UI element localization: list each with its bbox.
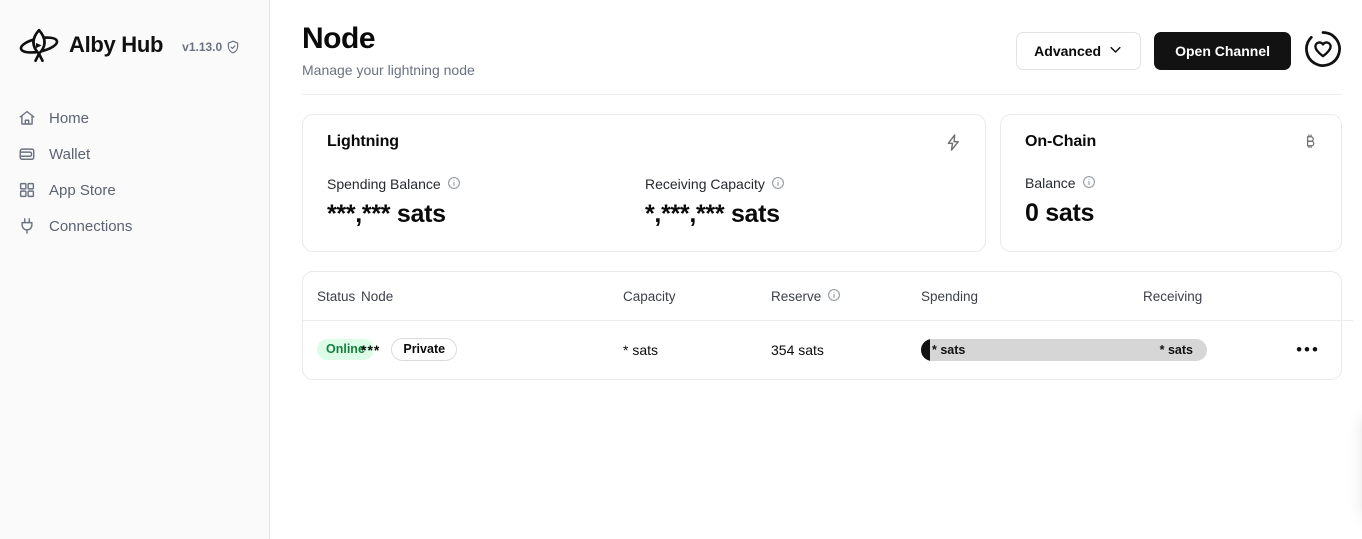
open-channel-button[interactable]: Open Channel	[1154, 32, 1291, 70]
plug-icon	[18, 217, 36, 235]
metric-value: *,***,*** sats	[645, 199, 780, 228]
sidebar-nav: Home Wallet App Store Connections	[0, 100, 269, 244]
sidebar-item-connections[interactable]: Connections	[10, 208, 259, 244]
chevron-down-icon	[1108, 42, 1123, 60]
column-header-inner: Reserve	[771, 288, 921, 305]
home-icon	[18, 109, 36, 127]
metric-label: Spending Balance	[327, 176, 441, 193]
advanced-dropdown-button[interactable]: Advanced	[1016, 32, 1142, 70]
cell-spending-receiving: * sats * sats	[921, 320, 1293, 379]
table-row[interactable]: Online *** Private * sats 354 sats * sat…	[303, 320, 1353, 379]
channels-table-head: Status Node Capacity Reserve Spending Re…	[303, 271, 1353, 321]
lightning-card-body: Spending Balance ***,*** sats Receiving …	[327, 152, 963, 229]
cell-reserve: 354 sats	[771, 341, 824, 358]
receiving-amount: * sats	[1159, 342, 1193, 357]
info-icon[interactable]	[771, 176, 785, 193]
table-header-row: Status Node Capacity Reserve Spending Re…	[303, 271, 1353, 321]
column-header-reserve: Reserve	[771, 271, 921, 321]
open-channel-label: Open Channel	[1175, 43, 1270, 59]
private-badge: Private	[391, 337, 458, 362]
metric-label: Receiving Capacity	[645, 176, 765, 193]
column-label: Node	[361, 288, 394, 304]
lightning-card-title: Lightning	[327, 133, 399, 151]
lightning-card-head: Lightning	[327, 133, 963, 152]
channel-balance-fill	[921, 338, 930, 361]
onchain-card-body: Balance 0 sats	[1025, 151, 1319, 228]
sidebar-item-label: Wallet	[49, 145, 91, 163]
balance-cards: Lightning Spending Balance ***,*** sats …	[302, 95, 1342, 252]
metric-label-row: Spending Balance	[327, 176, 645, 193]
column-label: Receiving	[1143, 288, 1203, 304]
column-header-capacity: Capacity	[623, 271, 771, 321]
cell-capacity: * sats	[623, 341, 659, 358]
sidebar: Alby Hub v1.13.0 Home Wallet App Store C…	[0, 0, 270, 539]
version-label: v1.13.0	[182, 40, 223, 54]
sidebar-item-label: Home	[49, 109, 90, 127]
node-alias: ***	[361, 341, 381, 358]
ellipsis-icon[interactable]: •••	[1293, 335, 1323, 365]
page-header: Node Manage your lightning node Advanced…	[302, 0, 1342, 95]
version-badge: v1.13.0	[182, 36, 240, 54]
page-subtitle: Manage your lightning node	[302, 61, 475, 78]
node-cell: *** Private	[361, 337, 623, 362]
column-label: Spending	[921, 288, 979, 304]
bitcoin-icon	[1301, 133, 1319, 151]
page-header-titles: Node Manage your lightning node	[302, 22, 475, 78]
app-root: Alby Hub v1.13.0 Home Wallet App Store C…	[0, 0, 1362, 539]
onchain-card-title: On-Chain	[1025, 132, 1097, 150]
metric-receiving-capacity: Receiving Capacity *,***,*** sats	[645, 176, 963, 229]
info-icon[interactable]	[1082, 175, 1096, 192]
alby-logo-icon	[18, 24, 60, 66]
column-header-node: Node	[361, 271, 623, 321]
shield-check-icon	[226, 40, 240, 54]
lightning-card: Lightning Spending Balance ***,*** sats …	[302, 113, 986, 252]
metric-value: 0 sats	[1025, 198, 1095, 227]
column-label: Status	[317, 288, 356, 304]
advanced-label: Advanced	[1034, 43, 1102, 59]
cell-status: Online	[303, 320, 374, 379]
channels-table-body: Online *** Private * sats 354 sats * sat…	[303, 320, 1353, 379]
column-header-status: Status	[303, 271, 361, 321]
spending-amount: * sats	[932, 342, 966, 357]
main-content: Node Manage your lightning node Advanced…	[270, 0, 1362, 539]
onchain-card: On-Chain Balance 0 sats	[1000, 113, 1342, 252]
sidebar-item-label: App Store	[49, 181, 116, 199]
lightning-bolt-icon	[944, 133, 963, 152]
cell-node: *** Private	[361, 320, 623, 379]
metric-label: Balance	[1025, 175, 1076, 192]
content-wrapper: Node Manage your lightning node Advanced…	[270, 0, 1362, 380]
brand[interactable]: Alby Hub v1.13.0	[0, 0, 269, 66]
metric-label-row: Balance	[1025, 175, 1319, 192]
sidebar-item-label: Connections	[49, 217, 133, 235]
info-icon[interactable]	[447, 176, 461, 193]
heart-ring-icon	[1304, 30, 1342, 73]
channels-table: Status Node Capacity Reserve Spending Re…	[303, 271, 1353, 379]
channels-table-card: Status Node Capacity Reserve Spending Re…	[302, 270, 1353, 380]
brand-name: Alby Hub	[69, 32, 164, 57]
sidebar-item-wallet[interactable]: Wallet	[10, 136, 259, 172]
info-icon[interactable]	[827, 288, 841, 305]
sidebar-item-home[interactable]: Home	[10, 100, 259, 136]
metric-spending-balance: Spending Balance ***,*** sats	[327, 176, 645, 229]
sidebar-item-app-store[interactable]: App Store	[10, 172, 259, 208]
column-header-actions	[1293, 271, 1353, 321]
column-label: Capacity	[623, 288, 676, 304]
page-title: Node	[302, 22, 375, 55]
grid-icon	[18, 181, 36, 199]
metric-onchain-balance: Balance 0 sats	[1025, 175, 1319, 228]
onchain-card-head: On-Chain	[1025, 133, 1319, 151]
node-health-button[interactable]	[1304, 30, 1342, 73]
metric-label-row: Receiving Capacity	[645, 176, 963, 193]
column-header-spending: Spending	[921, 271, 1293, 321]
metric-value: ***,*** sats	[327, 199, 446, 228]
column-label: Reserve	[771, 288, 822, 304]
header-actions: Advanced Open Channel	[1016, 22, 1342, 70]
wallet-icon	[18, 145, 36, 163]
channel-balance-bar[interactable]: * sats * sats	[921, 338, 1207, 361]
cell-actions: •••	[1293, 320, 1353, 379]
